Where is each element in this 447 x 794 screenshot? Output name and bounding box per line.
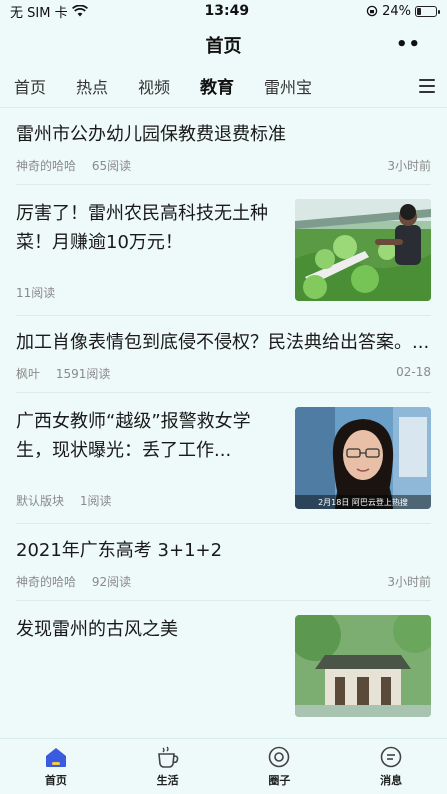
feed-item-time: 3小时前 — [387, 575, 431, 589]
navbar: 首页 •• — [0, 22, 447, 68]
page-title: 首页 — [205, 36, 242, 57]
feed-item[interactable]: 广西女教师“越级”报警救女学生，现状曝光：丢了工作... 默认版块 1阅读 2月… — [16, 393, 431, 524]
feed-item-reads: 1阅读 — [79, 494, 112, 508]
message-icon — [380, 746, 402, 768]
feed-item[interactable]: 雷州市公办幼儿园保教费退费标准 神奇的哈哈 65阅读 3小时前 — [16, 108, 431, 185]
feed-item-title: 加工肖像表情包到底侵不侵权？民法典给出答案。... — [16, 332, 430, 353]
feed-item-meta: 默认版块 1阅读 — [16, 492, 278, 509]
feed-item-meta: 神奇的哈哈 92阅读 3小时前 — [16, 573, 431, 590]
ancient-architecture-image — [295, 615, 431, 717]
bottom-tabbar: 首页 生活 圈子 消息 — [0, 738, 447, 794]
orientation-lock-icon — [366, 5, 378, 17]
feed-item-meta: 神奇的哈哈 65阅读 3小时前 — [16, 157, 431, 174]
feed-item-meta: 11阅读 — [16, 284, 278, 301]
feed-item-author: 枫叶 — [16, 367, 41, 381]
teacher-portrait-image: 2月18日 阿巴云登上热搜 — [295, 407, 431, 509]
tab-video[interactable]: 视频 — [138, 68, 170, 108]
carrier-text: 无 SIM 卡 — [10, 5, 68, 21]
circle-icon — [269, 746, 290, 768]
feed-item-title: 厉害了！雷州农民高科技无土种菜！月赚逾10万元！ — [16, 203, 268, 253]
feed-item-reads: 65阅读 — [91, 159, 132, 173]
feed-item-time: 02-18 — [396, 365, 431, 379]
feed-item-thumbnail — [295, 615, 431, 717]
tab-home[interactable]: 首页 — [14, 68, 46, 108]
tabbar-circle-label: 圈子 — [268, 774, 291, 787]
status-time: 13:49 — [204, 3, 250, 19]
feed-item-author: 神奇的哈哈 — [16, 575, 77, 589]
wifi-icon — [71, 5, 88, 17]
cup-icon — [157, 746, 178, 768]
feed-item-title: 广西女教师“越级”报警救女学生，现状曝光：丢了工作... — [16, 411, 251, 461]
tabbar-life[interactable]: 生活 — [138, 745, 198, 788]
feed-item[interactable]: 发现雷州的古风之美 — [16, 601, 431, 731]
category-tabs: 首页 热点 视频 教育 雷州宝 — [0, 68, 447, 108]
tab-leizhoubao[interactable]: 雷州宝 — [264, 68, 312, 108]
feed-item-title: 发现雷州的古风之美 — [16, 619, 178, 640]
tabbar-life-label: 生活 — [156, 774, 179, 787]
status-bar: 无 SIM 卡 13:49 24% — [0, 0, 447, 22]
feed-item-thumbnail: 2月18日 阿巴云登上热搜 — [295, 407, 431, 509]
tabbar-messages-label: 消息 — [380, 774, 403, 787]
feed-item-reads: 1591阅读 — [55, 367, 111, 381]
feed-item-author: 神奇的哈哈 — [16, 159, 77, 173]
status-right: 24% — [366, 3, 440, 19]
tabs-menu-icon[interactable] — [419, 79, 435, 93]
battery-icon — [415, 5, 440, 17]
tabbar-messages[interactable]: 消息 — [361, 745, 421, 788]
more-button[interactable]: •• — [396, 34, 421, 55]
feed-item-title: 雷州市公办幼儿园保教费退费标准 — [16, 124, 286, 145]
feed-item-reads: 11阅读 — [16, 286, 56, 300]
battery-percent: 24% — [382, 3, 411, 19]
greenhouse-farmer-image — [295, 199, 431, 301]
feed-item[interactable]: 加工肖像表情包到底侵不侵权？民法典给出答案。... 枫叶 1591阅读 02-1… — [16, 316, 431, 393]
news-feed: 雷州市公办幼儿园保教费退费标准 神奇的哈哈 65阅读 3小时前 厉害了！雷州农民… — [0, 108, 447, 731]
feed-item[interactable]: 2021年广东高考 3+1+2 神奇的哈哈 92阅读 3小时前 — [16, 524, 431, 601]
tabbar-home[interactable]: 首页 — [26, 745, 86, 788]
status-left: 无 SIM 卡 — [10, 2, 88, 21]
feed-item-reads: 92阅读 — [91, 575, 132, 589]
feed-item-title: 2021年广东高考 3+1+2 — [16, 540, 223, 561]
feed-item-meta: 枫叶 1591阅读 02-18 — [16, 365, 431, 382]
tab-education[interactable]: 教育 — [200, 68, 234, 108]
thumbnail-caption: 2月18日 阿巴云登上热搜 — [318, 497, 408, 507]
home-icon — [45, 748, 66, 767]
feed-item[interactable]: 厉害了！雷州农民高科技无土种菜！月赚逾10万元！ 11阅读 — [16, 185, 431, 316]
tabbar-home-label: 首页 — [44, 774, 67, 787]
tab-hot[interactable]: 热点 — [76, 68, 108, 108]
feed-item-thumbnail — [295, 199, 431, 301]
feed-item-author: 默认版块 — [16, 494, 65, 508]
battery-fill — [417, 7, 422, 15]
feed-item-time: 3小时前 — [387, 159, 431, 173]
tabbar-circle[interactable]: 圈子 — [249, 745, 309, 788]
